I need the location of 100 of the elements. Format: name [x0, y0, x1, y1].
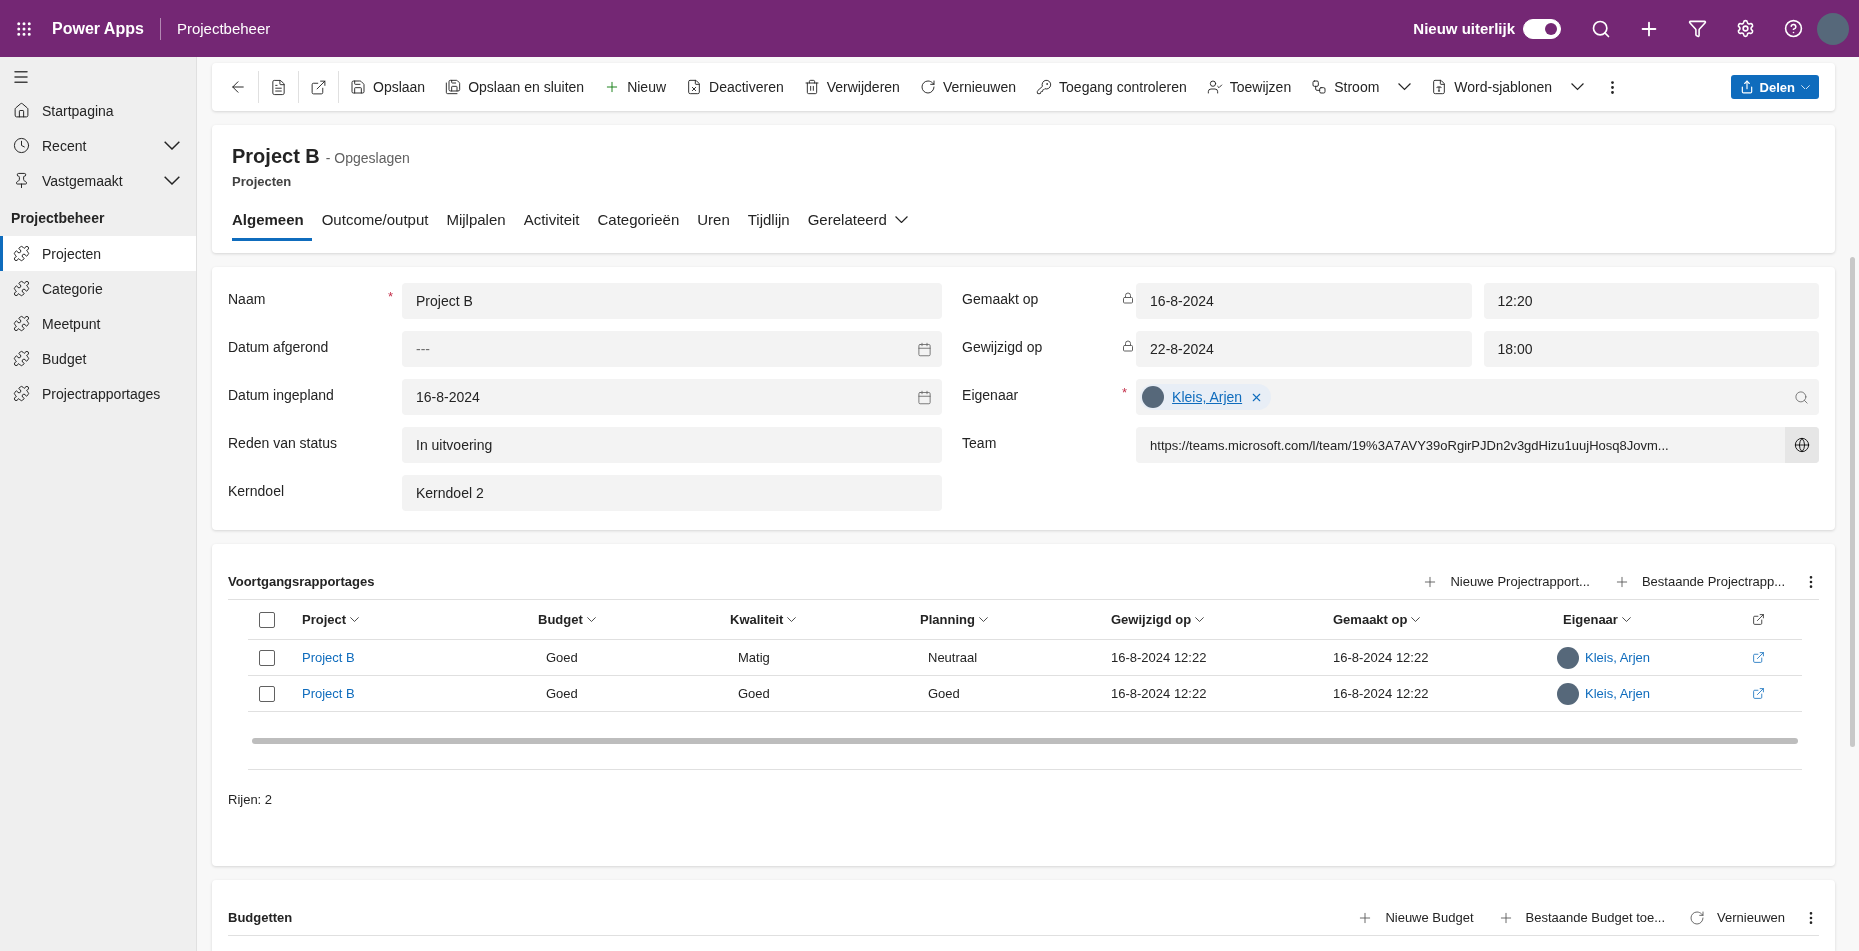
url-field[interactable]: https://teams.microsoft.com/l/team/19%3A7AVY39oRgirPJDn2v3gdHizu1uujHosq8Jovm... — [1136, 427, 1819, 463]
command-button[interactable]: Word-sjablonen — [1422, 69, 1594, 105]
project-link[interactable]: Project B — [296, 686, 355, 701]
required-marker: * — [1122, 384, 1129, 400]
refresh-icon — [1689, 909, 1706, 926]
app-launcher-icon[interactable] — [15, 19, 33, 38]
owner-link[interactable]: Kleis, Arjen — [1557, 682, 1651, 705]
subgrid-command[interactable]: Bestaande Projectrapp... — [1601, 573, 1797, 590]
row-count: Rijen: 2 — [228, 792, 273, 807]
table-cell-text: Neutraal — [927, 650, 979, 665]
subgrid-command[interactable]: Vernieuwen — [1677, 909, 1797, 926]
command-button[interactable]: Opslaan — [341, 69, 435, 105]
horizontal-scrollbar[interactable] — [252, 737, 1798, 744]
command-button[interactable]: Toewijzen — [1197, 69, 1301, 105]
sidebar-item[interactable]: Projectrapportages — [0, 376, 196, 411]
date-field[interactable]: --- — [402, 331, 943, 367]
project-link[interactable]: Project B — [296, 650, 355, 665]
input-field[interactable]: Kerndoel 2 — [402, 475, 943, 511]
menu-icon[interactable] — [12, 68, 30, 86]
subgrid-command[interactable]: Nieuwe Projectrapport... — [1410, 573, 1602, 590]
date-field[interactable]: 16-8-2024 — [1136, 283, 1472, 319]
input-field[interactable]: Project B — [402, 283, 943, 319]
sidebar-item[interactable]: Categorie — [0, 271, 196, 306]
settings-icon[interactable] — [1735, 19, 1755, 38]
form-tab[interactable]: Uren — [689, 203, 738, 241]
form-tab[interactable]: Algemeen — [232, 203, 312, 241]
avatar-placeholder — [1557, 646, 1579, 669]
subgrid-title: Budgetten — [228, 910, 294, 925]
lookup-field[interactable]: Kleis, Arjen — [1136, 379, 1819, 415]
help-icon[interactable] — [1783, 19, 1803, 38]
row-checkbox[interactable] — [259, 649, 275, 666]
column-header[interactable]: Project — [296, 612, 532, 627]
field-label: Eigenaar — [962, 386, 1020, 403]
time-field[interactable]: 18:00 — [1483, 331, 1819, 367]
area-name: Projectbeheer — [175, 20, 271, 37]
input-field[interactable]: In uitvoering — [402, 427, 943, 463]
row-checkbox[interactable] — [259, 685, 275, 702]
back-icon[interactable] — [229, 78, 247, 96]
save-status: - Opgeslagen — [325, 150, 410, 166]
command-button[interactable]: Verwijderen — [794, 69, 909, 105]
form-tab[interactable]: Tijdlijn — [739, 203, 798, 241]
table-cell-text: 16-8-2024 12:22 — [1332, 650, 1430, 665]
popout-icon[interactable] — [1752, 613, 1765, 626]
sidebar-item[interactable]: Budget — [0, 341, 196, 376]
form-tab[interactable]: Outcome/output — [313, 203, 437, 241]
calendar-icon[interactable] — [917, 389, 933, 405]
column-header[interactable]: Kwaliteit — [724, 612, 914, 627]
refresh-icon — [919, 79, 936, 95]
column-header[interactable]: Planning — [914, 612, 1105, 627]
puzzle-icon — [13, 280, 30, 297]
date-field[interactable]: 16-8-2024 — [402, 379, 943, 415]
share-button[interactable]: Delen — [1730, 75, 1819, 99]
sidebar-item[interactable]: Recent — [0, 128, 196, 163]
sidebar-item[interactable]: Vastgemaakt — [0, 163, 196, 198]
form-tab[interactable]: Activiteit — [515, 203, 588, 241]
column-header[interactable]: Budget — [532, 612, 724, 627]
sidebar-item[interactable]: Projecten — [0, 236, 196, 271]
required-marker: * — [388, 288, 395, 304]
command-button[interactable]: Nieuw — [595, 69, 676, 105]
vertical-scrollbar[interactable] — [1850, 257, 1855, 747]
command-button[interactable]: Toegang controleren — [1027, 69, 1196, 105]
subgrid-title: Voortgangsrapportages — [228, 574, 376, 589]
new-look-toggle[interactable] — [1523, 18, 1561, 39]
subgrid-command[interactable]: Nieuwe Budget — [1345, 909, 1486, 926]
chevron-icon — [1398, 83, 1412, 91]
table-cell-text: 16-8-2024 12:22 — [1110, 650, 1208, 665]
home-icon — [13, 102, 30, 119]
puzzle-icon — [13, 315, 30, 332]
select-all-checkbox[interactable] — [259, 611, 275, 628]
popout-icon[interactable] — [310, 78, 327, 96]
column-header[interactable]: Gemaakt op — [1327, 612, 1557, 627]
chevron-icon — [164, 141, 180, 150]
sidebar-item[interactable]: Startpagina — [0, 93, 196, 128]
filter-icon[interactable] — [1687, 19, 1707, 38]
chevron-icon — [1621, 617, 1631, 622]
owner-link[interactable]: Kleis, Arjen — [1172, 389, 1243, 405]
clock-icon — [13, 137, 30, 154]
subgrid-command[interactable]: Bestaande Budget toe... — [1485, 909, 1678, 926]
key-icon — [1036, 79, 1053, 95]
calendar-icon[interactable] — [917, 341, 933, 357]
column-header[interactable]: Eigenaar — [1557, 612, 1752, 627]
command-button[interactable]: Opslaan en sluiten — [436, 69, 594, 105]
form-tab[interactable]: Categorieën — [589, 203, 688, 241]
search-icon[interactable] — [1591, 18, 1611, 39]
sidebar-item[interactable]: Meetpunt — [0, 306, 196, 341]
form-tab[interactable]: Gerelateerd — [799, 203, 916, 241]
command-button[interactable]: Vernieuwen — [910, 69, 1026, 105]
chevron-icon — [1801, 84, 1810, 90]
date-field[interactable]: 22-8-2024 — [1136, 331, 1472, 367]
field-label: Kerndoel — [228, 482, 286, 499]
command-button[interactable]: Deactiveren — [677, 69, 793, 105]
globe-button[interactable] — [1785, 427, 1819, 463]
column-header[interactable]: Gewijzigd op — [1105, 612, 1327, 627]
record-title: Project B — [232, 145, 320, 168]
time-field[interactable]: 12:20 — [1483, 283, 1819, 319]
owner-link[interactable]: Kleis, Arjen — [1557, 646, 1651, 669]
document-icon[interactable] — [270, 78, 287, 96]
form-tab[interactable]: Mijlpalen — [438, 203, 514, 241]
command-button[interactable]: Stroom — [1302, 69, 1421, 105]
avatar-placeholder — [1557, 682, 1579, 705]
